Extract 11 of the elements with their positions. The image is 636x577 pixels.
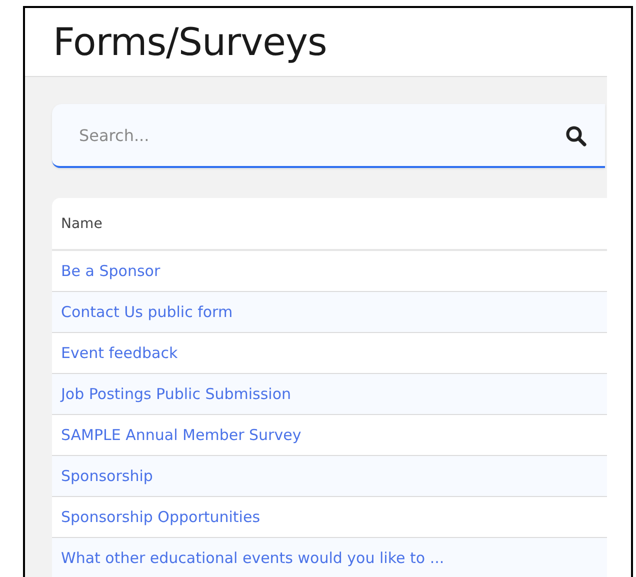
form-link[interactable]: Sponsorship Opportunities	[61, 508, 260, 526]
column-header: Name	[61, 216, 102, 232]
search-field[interactable]: Search...	[52, 104, 605, 168]
form-link[interactable]: Event feedback	[61, 344, 178, 362]
form-link[interactable]: Job Postings Public Submission	[61, 385, 292, 403]
form-link[interactable]: SAMPLE Annual Member Survey	[61, 426, 302, 444]
form-link[interactable]: Be a Sponsor	[61, 262, 160, 280]
form-link[interactable]: Contact Us public form	[61, 303, 233, 321]
page-title: Forms/Surveys	[53, 20, 327, 64]
form-link[interactable]: Sponsorship	[61, 467, 153, 485]
search-icon[interactable]	[565, 125, 587, 147]
